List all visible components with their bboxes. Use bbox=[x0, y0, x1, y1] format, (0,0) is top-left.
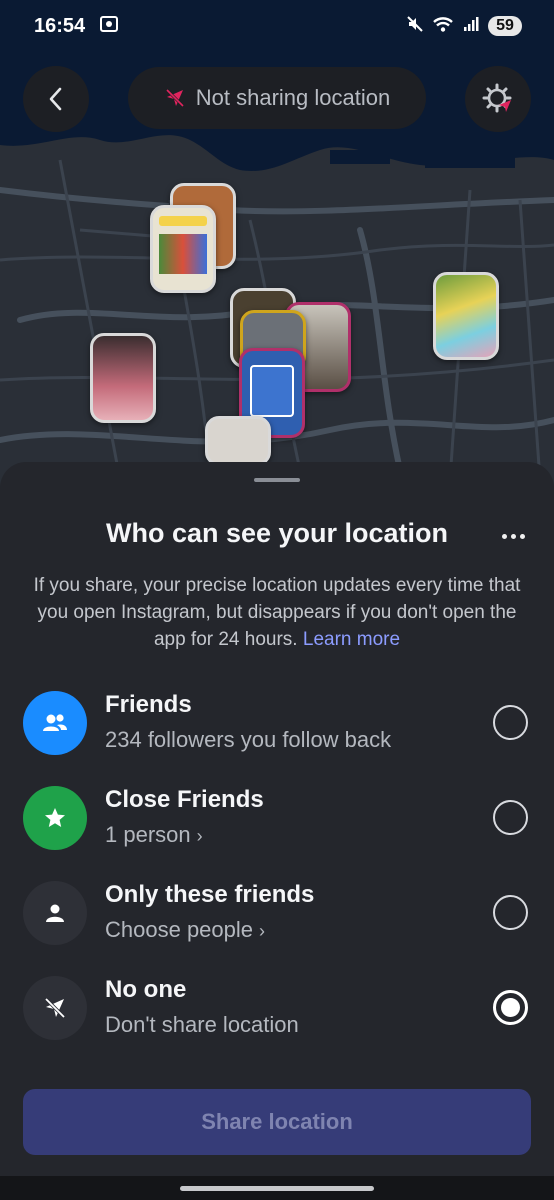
star-icon bbox=[23, 786, 87, 850]
location-off-icon bbox=[165, 88, 184, 108]
sharing-status-pill[interactable]: Not sharing location bbox=[128, 67, 426, 129]
back-button[interactable] bbox=[23, 66, 89, 132]
option-subtitle-text: Don't share location bbox=[105, 1012, 299, 1037]
friends-icon bbox=[23, 691, 87, 755]
status-bar: 16:54 59 bbox=[0, 0, 554, 52]
option-title: Friends bbox=[105, 691, 192, 718]
description-text: If you share, your precise location upda… bbox=[33, 575, 521, 650]
option-subtitle: 234 followers you follow back bbox=[105, 727, 391, 753]
chevron-left-icon bbox=[49, 87, 62, 111]
battery-indicator: 59 bbox=[488, 16, 522, 36]
map-photo-bubble[interactable] bbox=[433, 272, 499, 360]
option-subtitle-text: Choose people bbox=[105, 917, 254, 942]
option-no-one[interactable]: No one Don't share location bbox=[0, 976, 554, 1066]
person-icon bbox=[23, 881, 87, 945]
learn-more-link[interactable]: Learn more bbox=[303, 629, 400, 650]
map-photo-bubble[interactable] bbox=[205, 416, 271, 466]
screen: 16:54 59 Not sharing location Who can se… bbox=[0, 0, 554, 1200]
option-subtitle: Don't share location bbox=[105, 1012, 299, 1038]
option-friends[interactable]: Friends 234 followers you follow back bbox=[0, 691, 554, 781]
option-subtitle-text: 1 person bbox=[105, 822, 191, 847]
location-settings-button[interactable] bbox=[465, 66, 531, 132]
option-subtitle: Choose people › bbox=[105, 917, 265, 943]
chevron-right-icon: › bbox=[196, 826, 203, 846]
option-title: Only these friends bbox=[105, 881, 315, 908]
sharing-status-text: Not sharing location bbox=[195, 85, 391, 110]
map-photo-bubble[interactable] bbox=[90, 333, 156, 423]
radio-only-these-friends[interactable] bbox=[493, 895, 528, 930]
system-navigation-bar bbox=[0, 1176, 554, 1200]
sheet-description: If you share, your precise location upda… bbox=[26, 572, 528, 653]
location-settings-icon bbox=[482, 83, 512, 113]
share-location-button[interactable]: Share location bbox=[23, 1089, 531, 1155]
radio-no-one[interactable] bbox=[493, 990, 528, 1025]
clock: 16:54 bbox=[34, 14, 86, 37]
sheet-title: Who can see your location bbox=[105, 518, 449, 548]
sheet-drag-handle[interactable] bbox=[254, 478, 300, 482]
more-options-button[interactable] bbox=[498, 524, 528, 548]
option-only-these-friends[interactable]: Only these friends Choose people › bbox=[0, 881, 554, 971]
option-title: Close Friends bbox=[105, 786, 264, 813]
option-close-friends[interactable]: Close Friends 1 person › bbox=[0, 786, 554, 876]
radio-close-friends[interactable] bbox=[493, 800, 528, 835]
option-subtitle: 1 person › bbox=[105, 822, 203, 848]
option-title: No one bbox=[105, 976, 187, 1003]
home-gesture-bar[interactable] bbox=[180, 1186, 374, 1191]
signal-icon bbox=[462, 15, 480, 38]
screenshot-icon bbox=[99, 14, 119, 39]
option-subtitle-text: 234 followers you follow back bbox=[105, 727, 392, 752]
chevron-right-icon: › bbox=[259, 921, 266, 941]
location-off-icon bbox=[23, 976, 87, 1040]
mute-icon bbox=[406, 15, 424, 38]
map-photo-bubble[interactable] bbox=[150, 205, 216, 293]
wifi-icon bbox=[432, 15, 454, 38]
location-sharing-sheet: Who can see your location If you share, … bbox=[0, 462, 554, 1200]
radio-friends[interactable] bbox=[493, 705, 528, 740]
